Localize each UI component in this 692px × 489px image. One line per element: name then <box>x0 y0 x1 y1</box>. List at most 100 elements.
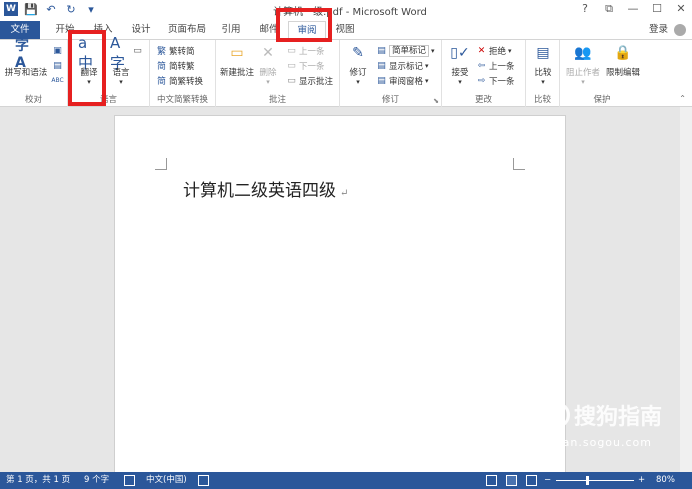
convert-button[interactable]: 简简繁转换 <box>156 74 203 88</box>
new-comment-button[interactable]: ▭ 新建批注 <box>218 42 256 78</box>
previous-change-button[interactable]: ⇦ 上一条 <box>476 59 515 72</box>
group-label-changes: 更改 <box>474 95 492 105</box>
convert-icon: 简 <box>156 77 166 87</box>
block-authors-icon: 👥 <box>574 45 592 61</box>
window-controls: ? ⧉ — ☐ ✕ <box>578 2 688 16</box>
web-layout-icon[interactable] <box>526 475 537 486</box>
restrict-editing-button[interactable]: 🔒 限制编辑 <box>604 42 642 78</box>
word-logo-icon: W <box>4 2 18 16</box>
close-button[interactable]: ✕ <box>674 2 688 16</box>
trad-to-simp-button[interactable]: 繁繁转简 <box>156 44 195 58</box>
tab-page-layout[interactable]: 页面布局 <box>162 21 212 39</box>
help-button[interactable]: ? <box>578 2 592 16</box>
quick-access-toolbar: W 💾 ↶ ↻ ▾ <box>4 2 98 16</box>
ribbon-display-button[interactable]: ⧉ <box>602 2 616 16</box>
print-layout-icon[interactable] <box>506 475 517 486</box>
zoom-out-button[interactable]: − <box>544 472 551 489</box>
trad-to-simp-icon: 繁 <box>156 47 166 57</box>
vertical-scrollbar[interactable] <box>680 107 692 472</box>
next-change-button[interactable]: ⇨ 下一条 <box>476 74 515 87</box>
login-link[interactable]: 登录 <box>649 21 668 39</box>
chevron-down-icon: ▾ <box>458 78 462 86</box>
simp-to-trad-button[interactable]: 简简转繁 <box>156 59 195 73</box>
book-icon: ▣ <box>53 45 62 56</box>
group-label-chinese: 中文简繁转换 <box>156 95 208 105</box>
annotation-box-review-tab <box>276 8 332 42</box>
minimize-button[interactable]: — <box>626 2 640 16</box>
collapse-ribbon-icon[interactable]: ⌃ <box>679 94 686 103</box>
next-comment-button[interactable]: ▭ 下一条 <box>286 59 324 72</box>
tab-view[interactable]: 视图 <box>328 21 362 39</box>
chevron-down-icon: ▾ <box>425 76 429 85</box>
chevron-down-icon: ▾ <box>119 78 123 86</box>
zoom-slider-thumb[interactable] <box>586 476 590 485</box>
reject-icon: ✕ <box>477 45 486 56</box>
document-page[interactable]: 计算机二级英语四级 ↵ <box>114 115 566 477</box>
word-count[interactable]: 9 个字 <box>84 472 109 489</box>
lock-icon: 🔒 <box>614 45 632 61</box>
proofing-status-icon[interactable] <box>124 475 135 486</box>
status-bar: 第 1 页，共 1 页 9 个字 中文(中国) − + 80% <box>0 472 692 489</box>
show-markup-button[interactable]: ▤ 显示标记 ▾ <box>376 59 428 72</box>
watermark-url: zhinan.sogou.com <box>535 436 652 449</box>
reject-button[interactable]: ✕ 拒绝 ▾ <box>476 44 512 57</box>
thesaurus-button[interactable]: ▤ <box>52 59 63 72</box>
language-icon: A字 <box>110 33 126 72</box>
compare-button[interactable]: ▤ 比较 ▾ <box>530 42 556 86</box>
show-comments-button[interactable]: ▭ 显示批注 <box>286 74 333 87</box>
accept-button[interactable]: ▯✓ 接受 ▾ <box>446 42 474 86</box>
redo-icon[interactable]: ↻ <box>64 2 78 16</box>
previous-comment-button[interactable]: ▭ 上一条 <box>286 44 324 57</box>
show-comments-icon: ▭ <box>287 75 296 86</box>
group-label-protect: 保护 <box>593 95 611 105</box>
window-title: 计算机一级.pdf - Microsoft Word <box>273 7 427 18</box>
chevron-down-icon: ▾ <box>431 46 435 55</box>
group-comments: ▭ 新建批注 ✕ 删除 ▾ ▭ 上一条 ▭ 下一条 ▭ 显示批注 批注 <box>216 40 340 107</box>
group-label-comments: 批注 <box>268 95 286 105</box>
block-authors-button[interactable]: 👥 阻止作者 ▾ <box>564 42 602 86</box>
document-area: 计算机二级英语四级 ↵ S 搜狗指南 zhinan.sogou.com <box>0 107 692 477</box>
track-changes-icon: ✎ <box>352 45 364 61</box>
language-status[interactable]: 中文(中国) <box>146 472 187 489</box>
delete-comment-button[interactable]: ✕ 删除 ▾ <box>256 42 280 86</box>
read-mode-icon[interactable] <box>486 475 497 486</box>
group-label-tracking: 修订 <box>381 95 399 105</box>
reviewing-pane-button[interactable]: ▤ 审阅窗格 ▾ <box>376 74 429 87</box>
previous-comment-icon: ▭ <box>287 45 296 56</box>
page-count[interactable]: 第 1 页，共 1 页 <box>6 472 70 489</box>
document-text-content: 计算机二级英语四级 <box>183 181 336 201</box>
word-count-icon: ABC <box>51 77 64 84</box>
dialog-launcher-icon[interactable]: ⬊ <box>433 97 439 105</box>
customize-qat-icon[interactable]: ▾ <box>84 2 98 16</box>
markup-icon: ▤ <box>377 45 386 56</box>
chevron-down-icon: ▾ <box>356 78 360 86</box>
group-proofing: 字A 拼写和语法 ▣ ▤ ABC 校对 <box>0 38 68 107</box>
zoom-in-button[interactable]: + <box>638 472 645 489</box>
title-bar: W 💾 ↶ ↻ ▾ 计算机一级.pdf - Microsoft Word ? ⧉… <box>0 0 692 20</box>
chevron-down-icon: ▾ <box>266 78 270 86</box>
avatar[interactable] <box>674 24 686 36</box>
markup-select[interactable]: ▤ 简单标记 ▾ <box>376 44 435 57</box>
paragraph-mark: ↵ <box>340 188 349 199</box>
group-protect: 👥 阻止作者 ▾ 🔒 限制编辑 保护 <box>560 40 644 107</box>
word-count-button[interactable]: ABC <box>51 74 64 87</box>
spelling-icon: 字A <box>15 38 29 71</box>
undo-icon[interactable]: ↶ <box>44 2 58 16</box>
watermark-brand: 搜狗指南 <box>573 405 662 430</box>
tab-references[interactable]: 引用 <box>214 21 248 39</box>
maximize-button[interactable]: ☐ <box>650 2 664 16</box>
document-text[interactable]: 计算机二级英语四级 ↵ <box>183 176 348 201</box>
delete-comment-icon: ✕ <box>262 45 274 61</box>
next-comment-icon: ▭ <box>287 60 296 71</box>
language-extra-button[interactable]: ▭ <box>132 44 143 57</box>
macro-icon[interactable] <box>198 475 209 486</box>
track-changes-button[interactable]: ✎ 修订 ▾ <box>344 42 372 86</box>
margin-corner-top-left <box>155 158 167 170</box>
define-button[interactable]: ▣ <box>52 44 63 57</box>
zoom-slider-track[interactable] <box>556 480 634 481</box>
group-label-compare: 比较 <box>533 95 551 105</box>
spelling-grammar-button[interactable]: 字A 拼写和语法 <box>4 38 48 78</box>
zoom-level[interactable]: 80% <box>656 472 675 489</box>
save-icon[interactable]: 💾 <box>24 2 38 16</box>
chevron-down-icon: ▾ <box>508 46 512 55</box>
